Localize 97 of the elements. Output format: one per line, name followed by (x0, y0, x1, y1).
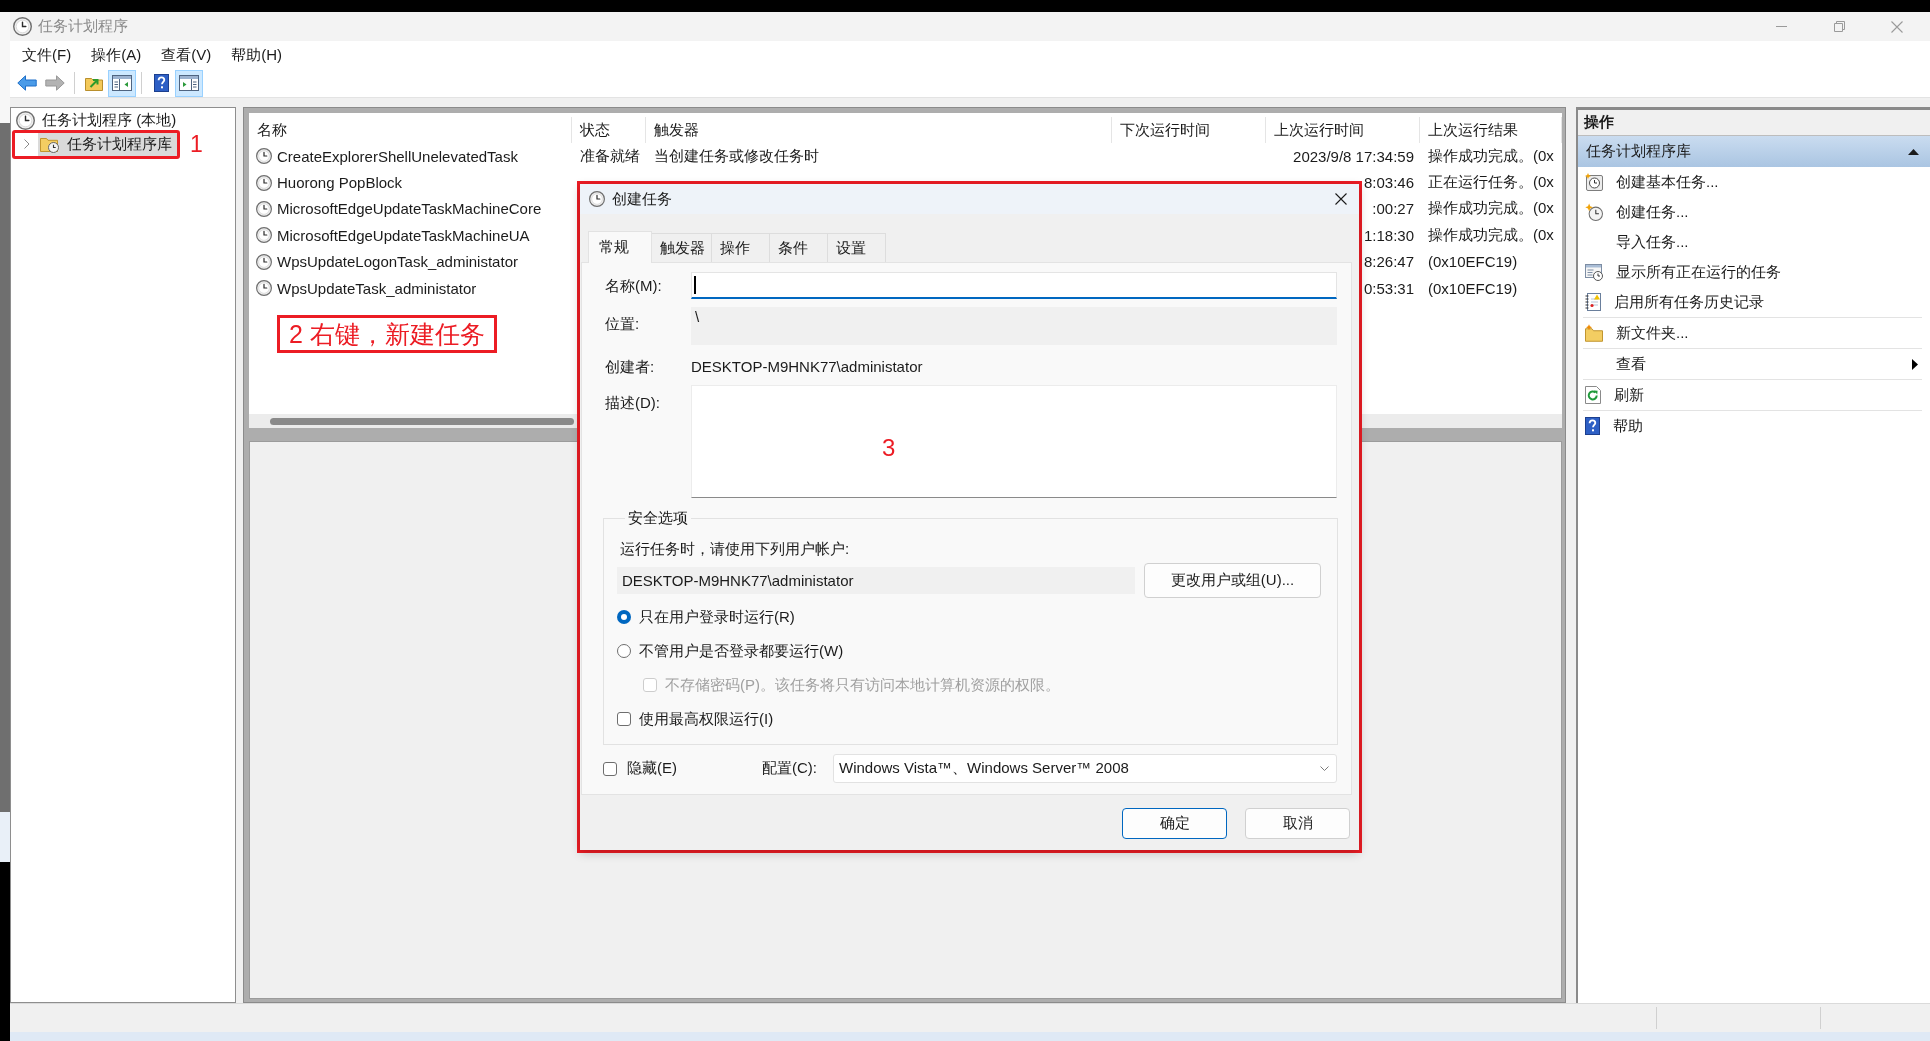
clock-icon (256, 174, 272, 191)
configure-dropdown[interactable]: Windows Vista™、Windows Server™ 2008 (833, 754, 1337, 783)
pane-header: 操作 (1578, 110, 1930, 136)
radio-option[interactable]: 不管用户是否登录都要运行(W) (617, 634, 844, 668)
table-cell: 8:26:47 (1363, 253, 1414, 271)
task-name: MicrosoftEdgeUpdateTaskMachineCore (277, 200, 542, 218)
account-field: DESKTOP-M9HNK77\administator (617, 567, 1135, 594)
table-cell: 操作成功完成。(0x (1428, 146, 1554, 166)
table-cell: 2023/9/8 17:34:59 (1293, 147, 1414, 165)
action-item[interactable]: 帮助 (1578, 411, 1930, 441)
dialog-title: 创建任务 (612, 189, 672, 209)
action-item[interactable]: 查看 (1578, 349, 1930, 379)
table-cell: 操作成功完成。(0x (1428, 199, 1554, 219)
table-cell: 当创建任务或修改任务时 (654, 146, 819, 166)
field-label: 位置: (605, 314, 640, 334)
field-label: 配置(C): (762, 759, 817, 778)
menu-item[interactable]: 文件(F) (12, 41, 82, 69)
clock-tile-icon (1585, 173, 1603, 191)
clock-icon (256, 280, 272, 297)
table-cell: 正在运行任务。(0x (1428, 173, 1554, 193)
table-cell: 准备就绪 (580, 146, 640, 166)
restore-icon (1833, 21, 1845, 32)
table-cell: 0:53:31 (1363, 279, 1414, 297)
toggle-pane-button[interactable] (175, 69, 203, 97)
table-cell: :00:27 (1372, 200, 1414, 218)
location-field: \ (691, 307, 1337, 345)
notebook-icon (1585, 293, 1601, 311)
annotation-number: 3 (882, 433, 896, 463)
task-name: WpsUpdateTask_administator (277, 279, 477, 297)
clock-icon (256, 253, 272, 270)
minimize-icon (1775, 26, 1787, 27)
action-item[interactable]: 创建基本任务... (1578, 167, 1930, 197)
callout-label: 2 右键，新建任务 (277, 315, 497, 354)
annotation-number: 1 (190, 131, 203, 157)
column-header[interactable]: 下次运行时间 (1112, 117, 1266, 143)
window-clock-icon (1585, 263, 1603, 281)
radio-option[interactable]: 只在用户登录时运行(R) (617, 600, 795, 634)
change-user-button[interactable]: 更改用户或组(U)... (1144, 563, 1321, 598)
folder-clock-icon (40, 135, 59, 153)
tree-item[interactable]: 任务计划程序 (本地) (14, 108, 182, 132)
menu-item[interactable]: 帮助(H) (221, 41, 292, 69)
action-item[interactable]: 启用所有任务历史记录 (1578, 287, 1930, 317)
action-item[interactable]: 创建任务... (1578, 197, 1930, 227)
section-header[interactable]: 任务计划程序库 (1578, 136, 1930, 167)
dialog-button[interactable]: 取消 (1245, 808, 1350, 839)
description-field[interactable]: 3 (691, 385, 1337, 498)
dialog-button[interactable]: 确定 (1122, 808, 1227, 839)
table-cell: (0x10EFC19) (1428, 279, 1518, 297)
field-label: 创建者: (605, 357, 655, 377)
column-header[interactable]: 上次运行时间 (1266, 117, 1420, 143)
column-header[interactable]: 上次运行结果 (1420, 117, 1562, 143)
clock-icon (256, 148, 272, 165)
folder-sparkle-icon (1585, 324, 1603, 342)
menu-item[interactable]: 操作(A) (81, 41, 152, 69)
action-item[interactable]: 新文件夹... (1578, 318, 1930, 348)
table-cell: 8:03:46 (1363, 174, 1414, 192)
clock-icon (256, 200, 272, 217)
refresh-icon (1585, 386, 1601, 404)
security-prompt: 运行任务时，请使用下列用户帐户: (620, 539, 850, 559)
column-header[interactable]: 状态 (572, 117, 646, 143)
scrollbar-thumb[interactable] (270, 417, 574, 425)
action-item[interactable]: 导入任务... (1578, 227, 1930, 257)
chevron-down-icon (1320, 766, 1329, 771)
tab[interactable]: 设置 (827, 233, 886, 262)
window-title: 任务计划程序 (38, 17, 128, 36)
tab[interactable]: 常规 (588, 231, 652, 263)
clock-sparkle-icon (1585, 203, 1603, 221)
menu-item[interactable]: 查看(V) (151, 41, 222, 69)
group-title: 安全选项 (627, 508, 689, 528)
close-icon (1335, 193, 1347, 205)
name-field[interactable] (691, 272, 1337, 299)
action-item[interactable]: 刷新 (1578, 380, 1930, 410)
clock-icon (589, 191, 605, 207)
checkbox-option[interactable]: 隐藏(E) (603, 754, 677, 783)
close-icon (1891, 20, 1903, 33)
clock-icon (13, 17, 32, 36)
field-label: 名称(M): (605, 275, 662, 296)
task-name: Huorong PopBlock (277, 174, 403, 192)
table-cell: 操作成功完成。(0x (1428, 225, 1554, 245)
text-cursor-icon (694, 276, 696, 294)
help-icon (1585, 417, 1600, 435)
task-name: CreateExplorerShellUnelevatedTask (277, 147, 518, 165)
tree-item[interactable]: 任务计划程序库 (38, 132, 177, 156)
checkbox-option[interactable]: 使用最高权限运行(I) (617, 702, 774, 736)
author-value: DESKTOP-M9HNK77\administator (691, 357, 923, 377)
task-name: WpsUpdateLogonTask_administator (277, 253, 518, 271)
clock-icon (16, 110, 35, 130)
task-name: MicrosoftEdgeUpdateTaskMachineUA (277, 226, 530, 244)
column-header[interactable]: 名称 (249, 117, 572, 143)
table-cell: (0x10EFC19) (1428, 253, 1518, 271)
clock-icon (256, 227, 272, 244)
field-label: 描述(D): (605, 393, 660, 413)
table-cell: 1:18:30 (1363, 226, 1414, 244)
toggle-tree-button[interactable] (108, 69, 136, 97)
column-header[interactable]: 触发器 (646, 117, 1112, 143)
submenu-triangle-icon (1912, 358, 1918, 370)
action-item[interactable]: 显示所有正在运行的任务 (1578, 257, 1930, 287)
